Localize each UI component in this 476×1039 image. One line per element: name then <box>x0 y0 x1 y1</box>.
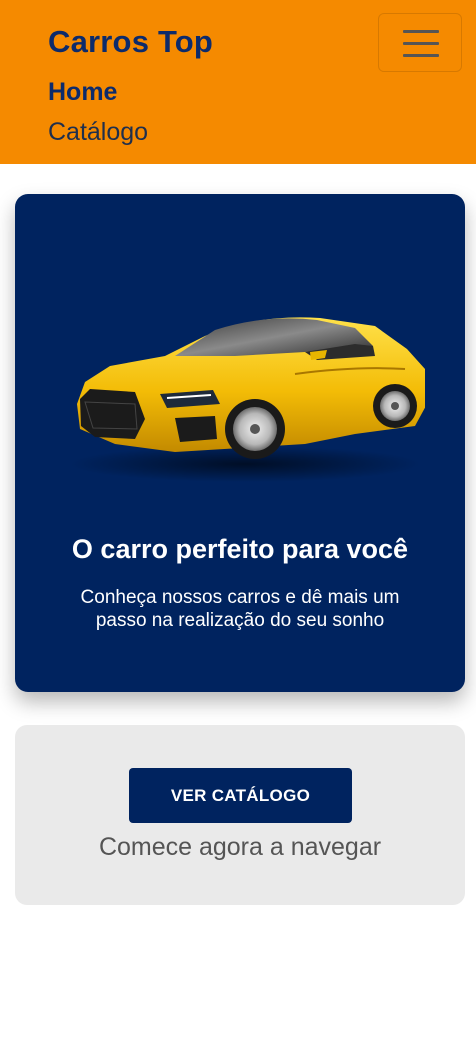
brand-logo-link[interactable]: Carros Top <box>48 24 213 60</box>
nav-link-home[interactable]: Home <box>48 78 117 107</box>
car-image <box>70 317 425 482</box>
navbar-toggle-button[interactable] <box>378 13 462 72</box>
hamburger-menu-icon <box>403 30 439 33</box>
nav-link-catalogo[interactable]: Catálogo <box>48 118 148 147</box>
hero-subtitle: Conheça nossos carros e dê mais um passo… <box>80 587 400 631</box>
cta-card: VER CATÁLOGO Comece agora a navegar <box>15 725 465 905</box>
ver-catalogo-button[interactable]: VER CATÁLOGO <box>129 768 352 823</box>
cta-text: Comece agora a navegar <box>98 833 382 861</box>
hero-title: O carro perfeito para você <box>71 534 409 564</box>
hero-card: O carro perfeito para você Conheça nosso… <box>15 194 465 692</box>
navbar: Carros Top Home Catálogo <box>0 0 476 164</box>
